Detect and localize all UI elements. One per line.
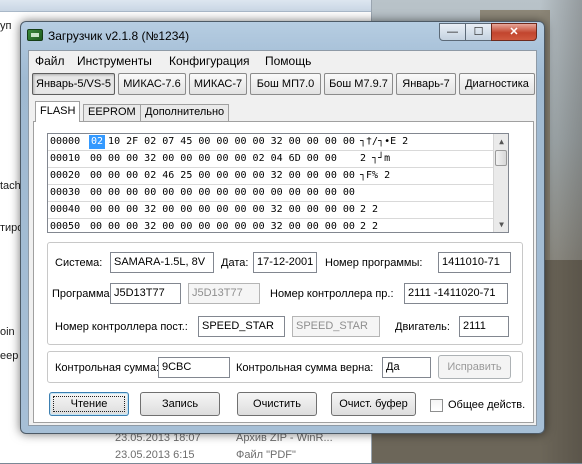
hex-address: 00030 [50,187,81,198]
checksum-label: Контрольная сумма: [55,362,160,374]
hex-row[interactable]: 00040 00 00 00 32 00 00 00 00 00 00 32 0… [50,202,496,219]
hex-bytes: 02 10 2F 02 07 45 00 00 00 00 32 00 00 0… [90,136,355,147]
hex-selected-byte[interactable]: 02 [89,135,105,149]
tab-additional[interactable]: Дополнительно [140,104,230,121]
clear-buffer-button[interactable]: Очист. буфер [331,392,416,416]
supplier-number-field[interactable]: SPEED_STAR [198,316,285,337]
hex-bytes: 00 00 00 02 46 25 00 00 00 00 32 00 00 0… [90,170,355,181]
explorer-text-fragment: eep [0,350,19,362]
scroll-thumb[interactable] [495,150,507,166]
hex-scrollbar[interactable]: ▲ ▼ [493,134,508,232]
window-title: Загрузчик v2.1.8 (№1234) [48,29,190,43]
explorer-text-fragment: tach [0,180,21,192]
hex-row[interactable]: 00000 02 10 2F 02 07 45 00 00 00 00 32 0… [50,134,496,151]
tab-flash[interactable]: FLASH [35,101,81,122]
date-field[interactable]: 17-12-2001 [253,252,317,273]
shared-action-checkbox[interactable] [430,399,443,412]
program-number-label: Номер программы: [325,257,423,269]
menu-help[interactable]: Помощь [265,54,311,68]
hex-bytes: 00 00 00 32 00 00 00 00 00 00 32 00 00 0… [90,221,355,232]
ecu-button-january7[interactable]: Январь-7 [396,73,456,95]
hex-row[interactable]: 00010 00 00 00 32 00 00 00 00 00 02 04 6… [50,151,496,168]
scroll-down-arrow-icon[interactable]: ▼ [494,217,508,232]
menu-configuration[interactable]: Конфигурация [169,54,250,68]
hex-address: 00010 [50,153,81,164]
maximize-button[interactable]: ☐ [465,23,492,41]
hex-bytes: 00 00 00 00 00 00 00 00 00 00 00 00 00 0… [90,187,355,198]
explorer-text-fragment: уп [0,20,12,32]
ecu-button-mikas76[interactable]: МИКАС-7.6 [118,73,186,95]
window-client-area: Файл Инструменты Конфигурация Помощь Янв… [28,50,537,426]
hex-row[interactable]: 00050 00 00 00 32 00 00 00 00 00 00 32 0… [50,219,496,232]
ecu-button-mikas7[interactable]: МИКАС-7 [189,73,247,95]
title-bar[interactable]: Загрузчик v2.1.8 (№1234) — ☐ ✕ [21,22,544,50]
controller-number-field[interactable]: 2111 -1411020-71 [404,283,508,304]
hex-ascii: 2 2 [360,221,379,232]
hex-address: 00020 [50,170,81,181]
tab-strip: FLASH EEPROM Дополнительно [33,101,533,122]
hex-ascii: ┐F% 2 [360,170,391,181]
file-type: Файл "PDF" [236,449,296,461]
hex-address: 00000 [50,136,81,147]
hex-row[interactable]: 00020 00 00 00 02 46 25 00 00 00 00 32 0… [50,168,496,185]
ecu-button-bosch-m797[interactable]: Бош М7.9.7 [324,73,393,95]
close-button[interactable]: ✕ [491,23,537,41]
system-label: Система: [55,257,103,269]
checksum-valid-label: Контрольная сумма верна: [236,362,374,374]
fix-checksum-button[interactable]: Исправить [438,355,511,379]
program-field[interactable]: J5D13T77 [110,283,181,304]
tab-eeprom[interactable]: EEPROM [83,104,141,121]
date-label: Дата: [221,257,249,269]
hex-ascii: ┐†/┐•E 2 [360,136,409,147]
checksum-valid-field[interactable]: Да [382,357,431,378]
program-label: Программа: [52,288,113,300]
menu-bar: Файл Инструменты Конфигурация Помощь [29,51,536,70]
ecu-button-bosch-mp70[interactable]: Бош МП7.0 [250,73,321,95]
hex-bytes: 00 00 00 32 00 00 00 00 00 00 32 00 00 0… [90,204,355,215]
read-button[interactable]: Чтение [49,392,129,416]
ecu-button-diagnostics[interactable]: Диагностика [459,73,535,95]
menu-tools[interactable]: Инструменты [77,54,152,68]
hex-ascii: 2 2 [360,204,379,215]
shared-action-label: Общее действ. [448,399,526,411]
loader-window: Загрузчик v2.1.8 (№1234) — ☐ ✕ Файл Инст… [20,21,545,434]
program-field-secondary: J5D13T77 [188,283,260,304]
scroll-up-arrow-icon[interactable]: ▲ [494,134,508,149]
hex-bytes: 00 00 00 32 00 00 00 00 00 02 04 6D 00 0… [90,153,337,164]
explorer-toolbar [0,0,371,12]
file-row[interactable]: 23.05.2013 6:15 Файл "PDF" [0,448,372,464]
supplier-number-field-secondary: SPEED_STAR [292,316,380,337]
hex-address: 00040 [50,204,81,215]
engine-label: Двигатель: [395,321,450,333]
engine-field[interactable]: 2111 [459,316,509,337]
flash-panel: 00000 02 10 2F 02 07 45 00 00 00 00 32 0… [33,121,534,423]
write-button[interactable]: Запись [140,392,220,416]
checksum-field[interactable]: 9CBC [158,357,230,378]
explorer-text-fragment: oin [0,326,15,338]
firmware-info-group: Система: SAMARA-1.5L, 8V Дата: 17-12-200… [47,242,523,345]
checksum-group: Контрольная сумма: 9CBC Контрольная сумм… [47,351,523,383]
desktop-shadow [540,0,582,463]
ecu-button-january5[interactable]: Январь-5/VS-5 [32,73,115,95]
program-number-field[interactable]: 1411010-71 [438,252,511,273]
app-chip-icon [27,29,43,41]
hex-address: 00050 [50,221,81,232]
hex-view[interactable]: 00000 02 10 2F 02 07 45 00 00 00 00 32 0… [47,133,509,233]
supplier-number-label: Номер контроллера пост.: [55,321,188,333]
menu-file[interactable]: Файл [35,54,65,68]
focus-rect [53,396,125,412]
clear-button[interactable]: Очистить [237,392,317,416]
hex-ascii: 2 ┐┘m [360,153,391,164]
controller-number-label: Номер контроллера пр.: [270,288,394,300]
system-field[interactable]: SAMARA-1.5L, 8V [110,252,214,273]
file-date: 23.05.2013 6:15 [115,449,195,461]
minimize-button[interactable]: — [439,23,466,41]
hex-row[interactable]: 00030 00 00 00 00 00 00 00 00 00 00 00 0… [50,185,496,202]
